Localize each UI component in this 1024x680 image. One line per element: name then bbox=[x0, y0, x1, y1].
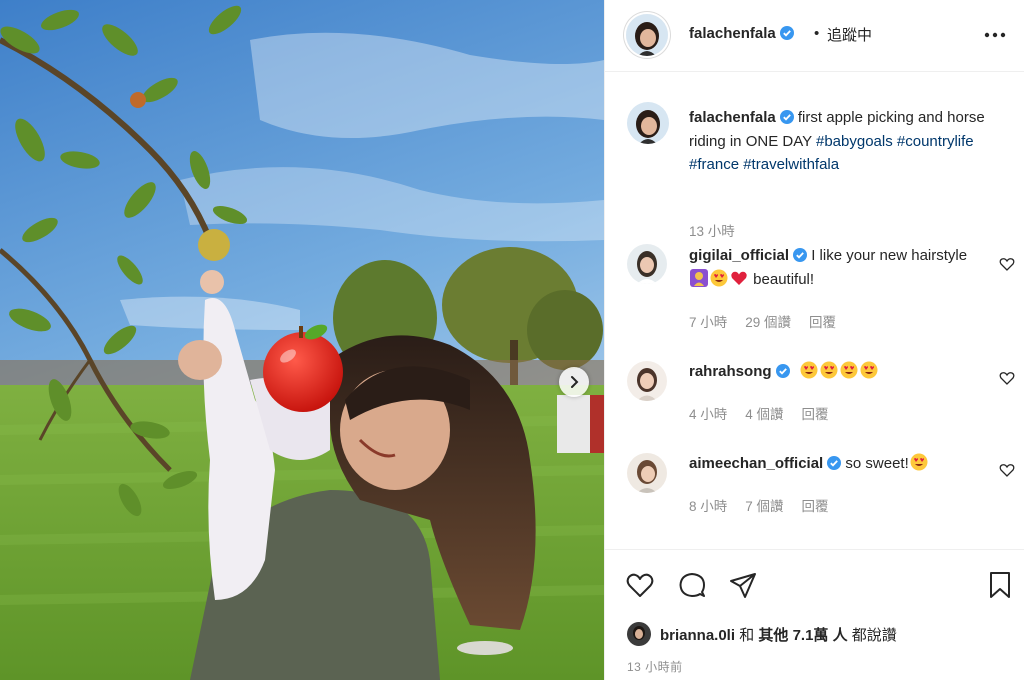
comment-text: aimeechan_official so sweet! bbox=[689, 452, 991, 476]
bookmark-icon[interactable] bbox=[985, 570, 1015, 600]
more-options-icon[interactable] bbox=[983, 26, 1007, 44]
comment-time[interactable]: 4 小時 bbox=[689, 407, 727, 422]
comment-body-after: beautiful! bbox=[753, 270, 815, 288]
verified-badge-icon bbox=[793, 248, 808, 262]
chevron-right-icon bbox=[571, 376, 579, 388]
comment-time[interactable]: 8 小時 bbox=[689, 499, 727, 514]
like-comment-icon[interactable] bbox=[999, 256, 1015, 272]
comment-body: so sweet! bbox=[845, 455, 909, 472]
verified-badge-icon bbox=[779, 110, 794, 124]
comment-text: gigilai_official I like your new hairsty… bbox=[689, 244, 991, 291]
heart-eyes-icon bbox=[820, 361, 838, 379]
comment-likes[interactable]: 7 個讚 bbox=[745, 499, 783, 514]
comment-meta: 8 小時 7 個讚 回覆 bbox=[689, 495, 847, 515]
heart-eyes-icon bbox=[860, 361, 878, 379]
verified-badge-icon bbox=[827, 456, 842, 470]
liked-by-text: brianna.0li 和 其他 7.1萬 人 都說讚 bbox=[660, 624, 897, 645]
comments-area[interactable]: falachenfala first apple picking and hor… bbox=[605, 73, 1024, 548]
next-photo-button[interactable] bbox=[559, 367, 589, 397]
liked-by-connector: 和 bbox=[739, 627, 755, 644]
avatar-image bbox=[627, 361, 667, 401]
hashtag-countrylife[interactable]: #countrylife bbox=[897, 133, 974, 150]
heart-eyes-icon bbox=[710, 269, 728, 286]
caption-avatar[interactable] bbox=[627, 102, 669, 144]
liker-username[interactable]: brianna.0li bbox=[660, 627, 735, 644]
hashtag-travelwithfala[interactable]: #travelwithfala bbox=[743, 156, 839, 173]
verified-badge-icon bbox=[779, 26, 794, 40]
avatar-image bbox=[627, 244, 667, 284]
post-header: falachenfala • 追蹤中 bbox=[605, 0, 1024, 72]
comment-icon[interactable] bbox=[677, 570, 707, 600]
comment-username[interactable]: aimeechan_official bbox=[689, 455, 823, 472]
like-comment-icon[interactable] bbox=[999, 370, 1015, 386]
comment-body: I like your new hairstyle bbox=[811, 247, 968, 264]
post-timestamp[interactable]: 13 小時前 bbox=[627, 658, 683, 675]
reply-button[interactable]: 回覆 bbox=[802, 499, 829, 514]
header-separator: • bbox=[814, 25, 820, 42]
others-label: 其他 bbox=[758, 627, 789, 644]
hashtag-babygoals[interactable]: #babygoals bbox=[816, 133, 893, 150]
heart-eyes-icon bbox=[800, 361, 818, 379]
comment-text: rahrahsong bbox=[689, 360, 991, 384]
photo-scene bbox=[0, 0, 604, 680]
like-comment-icon[interactable] bbox=[999, 462, 1015, 478]
likes-person-suffix: 人 bbox=[832, 627, 848, 644]
following-button[interactable]: 追蹤中 bbox=[827, 24, 872, 45]
avatar-image bbox=[627, 102, 669, 144]
comment-meta: 7 小時 29 個讚 回覆 bbox=[689, 311, 854, 331]
liker-avatar[interactable] bbox=[627, 622, 651, 646]
caption-username[interactable]: falachenfala bbox=[689, 109, 776, 126]
red-heart-icon bbox=[731, 271, 747, 285]
share-icon[interactable] bbox=[728, 570, 758, 600]
comment-username[interactable]: rahrahsong bbox=[689, 363, 772, 380]
commenter-avatar[interactable] bbox=[627, 453, 667, 493]
avatar-image bbox=[626, 14, 668, 56]
reply-button[interactable]: 回覆 bbox=[809, 315, 836, 330]
reply-button[interactable]: 回覆 bbox=[802, 407, 829, 422]
caption-time[interactable]: 13 小時 bbox=[689, 224, 735, 239]
likes-suffix: 都說讚 bbox=[851, 627, 897, 644]
avatar-image bbox=[627, 622, 651, 646]
heart-eyes-icon bbox=[910, 453, 928, 471]
heart-eyes-icon bbox=[840, 361, 858, 379]
verified-badge-icon bbox=[775, 364, 790, 378]
post-sidebar: falachenfala • 追蹤中 falachenfala first ap… bbox=[604, 0, 1024, 680]
comment-username[interactable]: gigilai_official bbox=[689, 247, 789, 264]
author-username[interactable]: falachenfala bbox=[689, 25, 794, 42]
comment-time[interactable]: 7 小時 bbox=[689, 315, 727, 330]
comment-likes[interactable]: 29 個讚 bbox=[745, 315, 791, 330]
caption-meta: 13 小時 bbox=[689, 220, 753, 240]
post-photo bbox=[0, 0, 604, 680]
author-avatar[interactable] bbox=[626, 14, 668, 56]
likes-count: 7.1萬 bbox=[792, 627, 829, 644]
commenter-avatar[interactable] bbox=[627, 244, 667, 284]
woman-gesturing-icon bbox=[690, 268, 708, 287]
comment-meta: 4 小時 4 個讚 回覆 bbox=[689, 403, 847, 423]
avatar-image bbox=[627, 453, 667, 493]
commenter-avatar[interactable] bbox=[627, 361, 667, 401]
caption-text: falachenfala first apple picking and hor… bbox=[689, 106, 991, 177]
heart-icon[interactable] bbox=[625, 570, 655, 600]
comment-likes[interactable]: 4 個讚 bbox=[745, 407, 783, 422]
hashtag-france[interactable]: #france bbox=[689, 156, 739, 173]
others-link[interactable]: 其他 7.1萬 人 bbox=[758, 627, 847, 644]
